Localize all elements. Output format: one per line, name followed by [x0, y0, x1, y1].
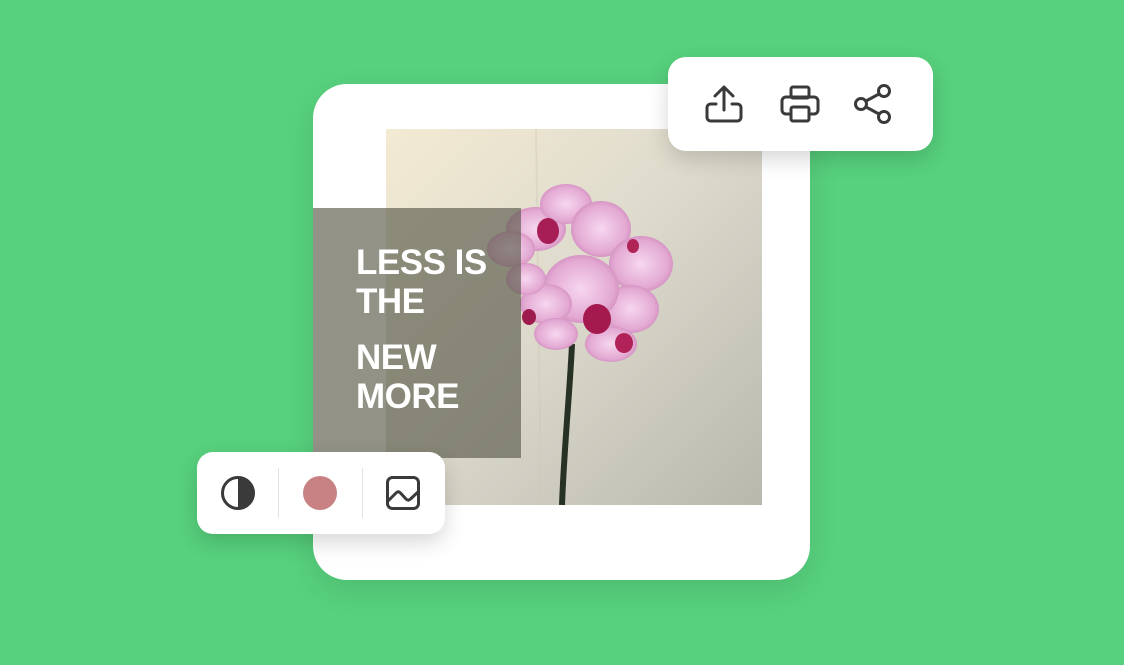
upload-icon: [705, 85, 743, 123]
contrast-icon: [221, 476, 255, 510]
print-button[interactable]: [776, 80, 824, 128]
image-button[interactable]: [379, 469, 427, 517]
share-button[interactable]: [849, 80, 897, 128]
toolbar-divider: [362, 468, 363, 518]
color-swatch: [303, 476, 337, 510]
toolbar-divider: [278, 468, 279, 518]
headline-line-1: LESS IS: [356, 243, 487, 282]
contrast-button[interactable]: [214, 469, 262, 517]
print-icon: [780, 85, 820, 123]
upload-button[interactable]: [700, 80, 748, 128]
image-icon: [386, 476, 420, 510]
headline-line-3: NEW: [356, 338, 437, 377]
headline-line-4: MORE: [356, 377, 460, 416]
color-button[interactable]: [296, 469, 344, 517]
action-toolbar: [668, 57, 933, 151]
share-icon: [854, 84, 891, 124]
headline-line-2: THE: [356, 282, 425, 321]
edit-toolbar: [197, 452, 445, 534]
poster-headline[interactable]: LESS IS THE NEW MORE: [356, 243, 516, 416]
